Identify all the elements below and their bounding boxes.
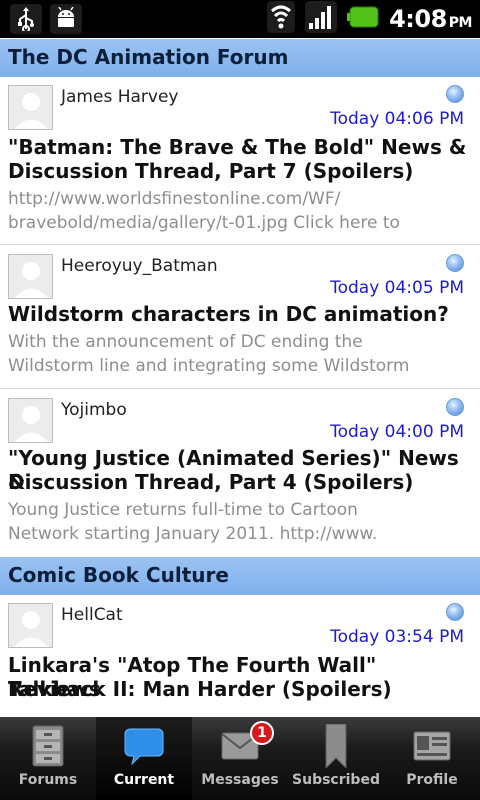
thread-time: Today 04:05 PM bbox=[330, 278, 464, 298]
tab-label: Subscribed bbox=[292, 772, 380, 788]
thread-time: Today 03:54 PM bbox=[330, 627, 464, 647]
speech-bubble-icon bbox=[124, 725, 164, 767]
clock-ampm: PM bbox=[448, 15, 473, 31]
tab-label: Forums bbox=[18, 772, 78, 788]
thread-preview-line: bravebold/media/gallery/t-01.jpg Click h… bbox=[8, 213, 400, 233]
thread-title-line: Talkback II: Man Harder (Spoilers) bbox=[8, 677, 392, 701]
unread-indicator-icon bbox=[446, 603, 464, 621]
section-header[interactable]: Comic Book Culture bbox=[0, 557, 480, 595]
id-card-icon bbox=[413, 725, 451, 767]
avatar bbox=[8, 398, 53, 443]
bookmark-icon bbox=[324, 724, 348, 768]
thread-author: James Harvey bbox=[61, 87, 179, 107]
avatar bbox=[8, 603, 53, 648]
tab-messages[interactable]: 1 Messages bbox=[192, 717, 288, 800]
thread-time: Today 04:06 PM bbox=[330, 109, 464, 129]
thread-title-line: Wildstorm characters in DC animation? bbox=[8, 302, 449, 326]
thread-preview-line: http://www.worldsfinestonline.com/WF/ bbox=[8, 189, 341, 209]
thread-author: HellCat bbox=[61, 605, 123, 625]
thread-title-line: Discussion Thread, Part 4 (Spoilers) bbox=[8, 470, 414, 494]
tab-label: Profile bbox=[406, 772, 458, 788]
clock-time: 4:08 bbox=[389, 5, 447, 33]
tab-current[interactable]: Current bbox=[96, 717, 192, 800]
tab-label: Messages bbox=[201, 772, 279, 788]
signal-icon bbox=[305, 1, 338, 37]
unread-indicator-icon bbox=[446, 85, 464, 103]
filing-cabinet-icon bbox=[31, 725, 65, 767]
thread-row[interactable]: Heeroyuy_Batman Today 04:05 PM Wildstorm… bbox=[0, 246, 480, 389]
bottom-nav: Forums Current 1 Messages Subscribed Pro… bbox=[0, 717, 480, 800]
wifi-icon bbox=[267, 1, 296, 37]
thread-title-line: "Batman: The Brave & The Bold" News & bbox=[8, 135, 467, 159]
scroll-fade bbox=[0, 700, 480, 717]
section-header[interactable]: The DC Animation Forum bbox=[0, 39, 480, 77]
tab-forums[interactable]: Forums bbox=[0, 717, 96, 800]
thread-preview-line: Young Justice returns full-time to Carto… bbox=[8, 500, 358, 520]
thread-row[interactable]: Yojimbo Today 04:00 PM "Young Justice (A… bbox=[0, 390, 480, 557]
thread-preview-line: Wildstorm line and integrating some Wild… bbox=[8, 356, 410, 376]
clock: 4:08 PM bbox=[389, 5, 472, 33]
thread-title-line: Discussion Thread, Part 7 (Spoilers) bbox=[8, 159, 414, 183]
android-debug-icon bbox=[50, 4, 82, 34]
avatar bbox=[8, 254, 53, 299]
usb-icon bbox=[10, 4, 42, 34]
thread-preview-line: Network starting January 2011. http://ww… bbox=[8, 524, 378, 544]
unread-indicator-icon bbox=[446, 254, 464, 272]
thread-time: Today 04:00 PM bbox=[330, 422, 464, 442]
thread-row[interactable]: HellCat Today 03:54 PM Linkara's "Atop T… bbox=[0, 595, 480, 717]
unread-indicator-icon bbox=[446, 398, 464, 416]
status-bar: 4:08 PM bbox=[0, 0, 480, 38]
thread-row[interactable]: James Harvey Today 04:06 PM "Batman: The… bbox=[0, 77, 480, 245]
tab-profile[interactable]: Profile bbox=[384, 717, 480, 800]
thread-author: Heeroyuy_Batman bbox=[61, 256, 218, 276]
battery-icon bbox=[347, 6, 379, 32]
avatar bbox=[8, 85, 53, 130]
tab-subscribed[interactable]: Subscribed bbox=[288, 717, 384, 800]
unread-badge: 1 bbox=[250, 721, 274, 745]
tab-label: Current bbox=[113, 772, 175, 788]
thread-author: Yojimbo bbox=[61, 400, 127, 420]
thread-preview-line: With the announcement of DC ending the bbox=[8, 332, 363, 352]
